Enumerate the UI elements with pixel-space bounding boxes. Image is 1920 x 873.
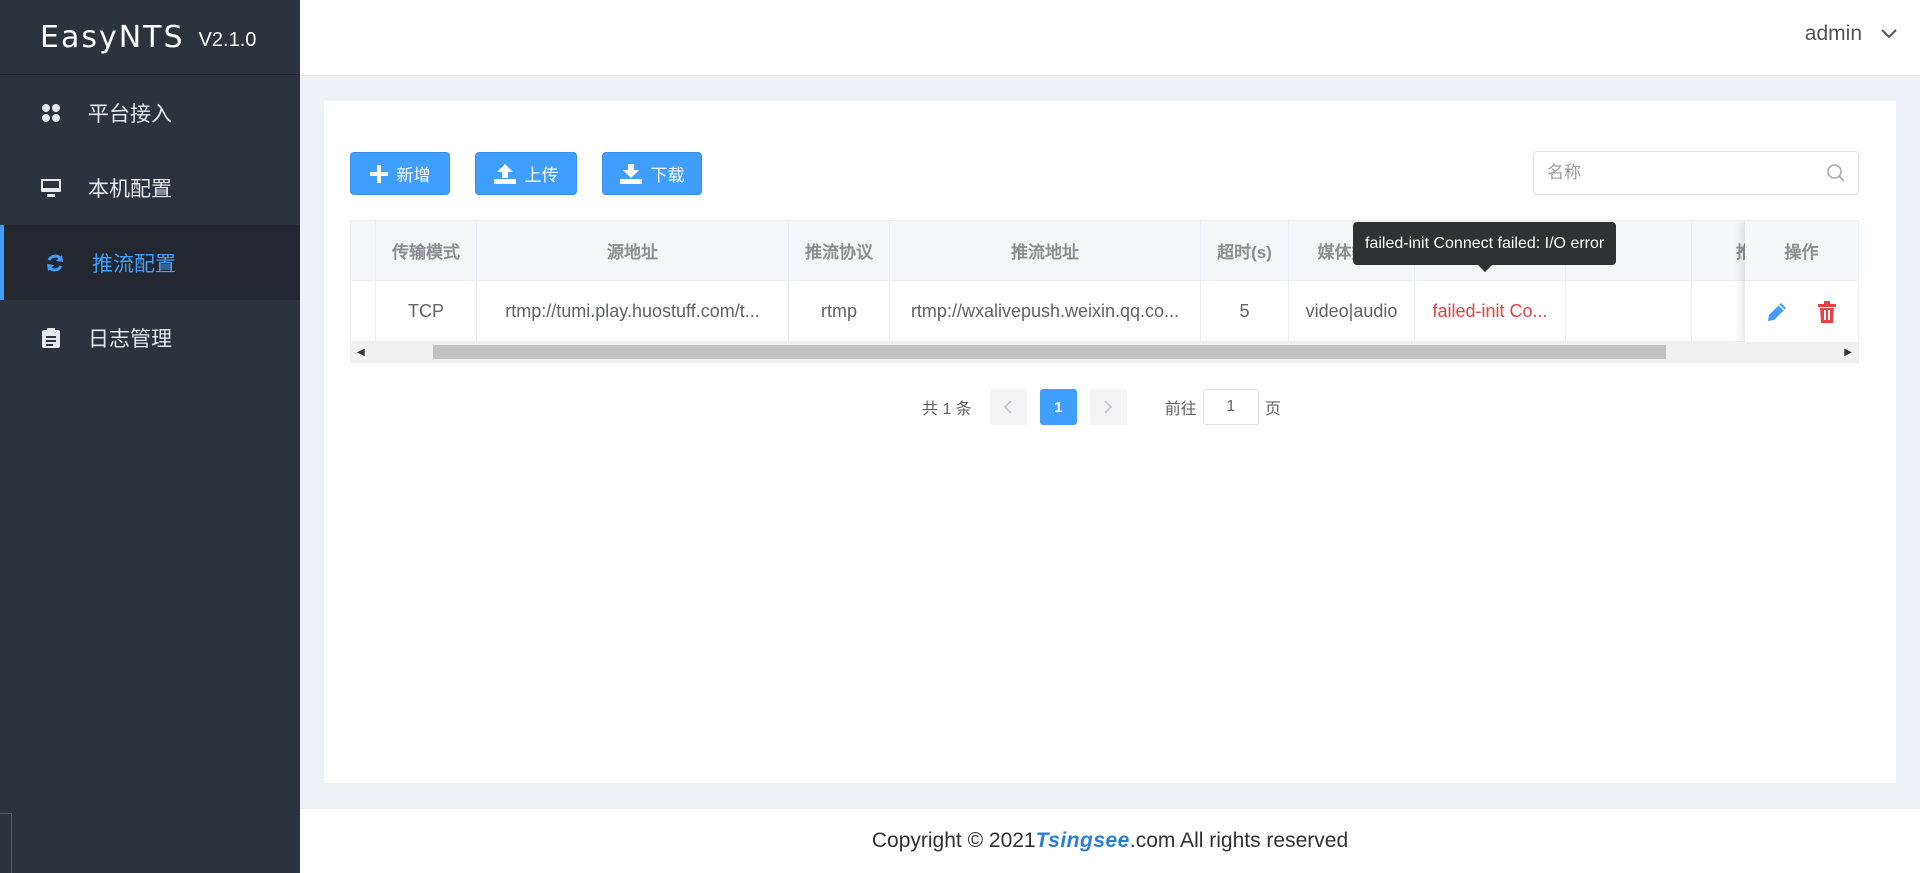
sidebar-item-push-config[interactable]: 推流配置 (0, 225, 300, 300)
download-button-label: 下载 (650, 166, 685, 185)
cell-push-url: rtmp://wxalivepush.weixin.qq.co... (890, 281, 1201, 341)
actions-header: 操作 (1745, 221, 1858, 281)
column-header: 源地址 (477, 221, 789, 280)
cell-empty (1566, 281, 1692, 341)
chevron-left-icon (1004, 400, 1012, 414)
upload-button-label: 上传 (524, 166, 559, 185)
edit-icon[interactable] (1766, 301, 1788, 323)
table-row: TCP rtmp://tumi.play.huostuff.com/t... r… (351, 281, 1858, 342)
cell-timeout: 5 (1201, 281, 1289, 341)
plus-icon (369, 164, 388, 183)
goto-prefix: 前往 (1164, 401, 1197, 418)
column-header: 推流协议 (789, 221, 890, 280)
footer-brand-logo[interactable]: Tsingsee (1036, 829, 1130, 853)
search-box (1533, 151, 1859, 195)
upload-button[interactable]: 上传 (475, 152, 577, 195)
cell-status[interactable]: failed-init Co... (1415, 281, 1566, 341)
download-icon (619, 163, 642, 184)
scroll-left-icon[interactable]: ◀ (357, 347, 365, 358)
sidebar-item-platform[interactable]: 平台接入 (0, 75, 300, 150)
goto-suffix: 页 (1264, 401, 1281, 418)
upload-icon (493, 163, 516, 184)
goto-page-input[interactable] (1202, 389, 1259, 425)
pagination: 共 1 条 1 前往 页 (922, 389, 1281, 425)
sidebar-corner-handle (0, 813, 12, 873)
search-input[interactable] (1534, 152, 1814, 194)
horizontal-scrollbar[interactable]: ◀ ▶ (351, 342, 1858, 362)
push-config-table: 传输模式 源地址 推流协议 推流地址 超时(s) 媒体类型 推流状态 推 TCP… (350, 220, 1859, 363)
status-tooltip: failed-init Connect failed: I/O error (1353, 222, 1617, 272)
sidebar-item-label: 平台接入 (88, 102, 172, 126)
sidebar-item-logs[interactable]: 日志管理 (0, 300, 300, 375)
add-button[interactable]: 新增 (350, 152, 450, 195)
chevron-right-icon (1104, 400, 1113, 414)
next-page-button[interactable] (1089, 389, 1127, 425)
username: admin (1804, 22, 1862, 45)
cell-source: rtmp://tumi.play.huostuff.com/t... (477, 281, 789, 341)
search-icon[interactable] (1826, 163, 1846, 183)
scrollbar-thumb[interactable] (433, 345, 1666, 359)
actions-column: 操作 (1745, 221, 1858, 342)
top-header: admin (300, 0, 1920, 76)
download-button[interactable]: 下载 (602, 152, 702, 195)
sidebar-item-label: 本机配置 (88, 177, 172, 201)
footer: Copyright © 2021 Tsingsee .com All rights… (300, 809, 1920, 873)
chevron-down-icon (1881, 29, 1897, 39)
sidebar: EasyNTS V2.1.0 平台接入 本机配置 推流配置 日志管理 (0, 0, 300, 873)
monitor-icon (40, 177, 62, 199)
user-menu[interactable]: admin (1805, 22, 1898, 46)
cell-transport: TCP (376, 281, 477, 341)
column-header: 传输模式 (376, 221, 477, 280)
sidebar-item-local-config[interactable]: 本机配置 (0, 150, 300, 225)
refresh-icon (44, 252, 66, 274)
add-button-label: 新增 (396, 166, 431, 185)
platform-icon (40, 102, 62, 124)
cell-protocol: rtmp (789, 281, 890, 341)
prev-page-button[interactable] (989, 389, 1027, 425)
content-card: 新增 上传 下载 传输模式 源地址 推流协议 推流地址 超时(s) 媒体类型 推… (324, 101, 1896, 783)
sidebar-item-label: 日志管理 (88, 327, 172, 351)
footer-suffix: .com All rights reserved (1129, 829, 1349, 852)
sidebar-item-label: 推流配置 (92, 252, 176, 276)
delete-icon[interactable] (1817, 300, 1837, 323)
table-header: 传输模式 源地址 推流协议 推流地址 超时(s) 媒体类型 推流状态 推 (351, 221, 1858, 281)
page-number[interactable]: 1 (1039, 389, 1077, 425)
footer-prefix: Copyright © 2021 (871, 829, 1036, 852)
brand: EasyNTS V2.1.0 (0, 0, 300, 75)
cell-media: video|audio (1289, 281, 1415, 341)
row-gutter (351, 281, 376, 341)
app-name: EasyNTS (40, 19, 185, 55)
app-version: V2.1.0 (198, 28, 257, 51)
scroll-right-icon[interactable]: ▶ (1844, 347, 1852, 358)
column-header: 超时(s) (1201, 221, 1289, 280)
column-header: 推流地址 (890, 221, 1201, 280)
goto-page: 前往 页 (1165, 389, 1281, 425)
clipboard-icon (40, 327, 62, 349)
column-header (351, 221, 376, 280)
total-count: 共 1 条 (922, 401, 972, 418)
